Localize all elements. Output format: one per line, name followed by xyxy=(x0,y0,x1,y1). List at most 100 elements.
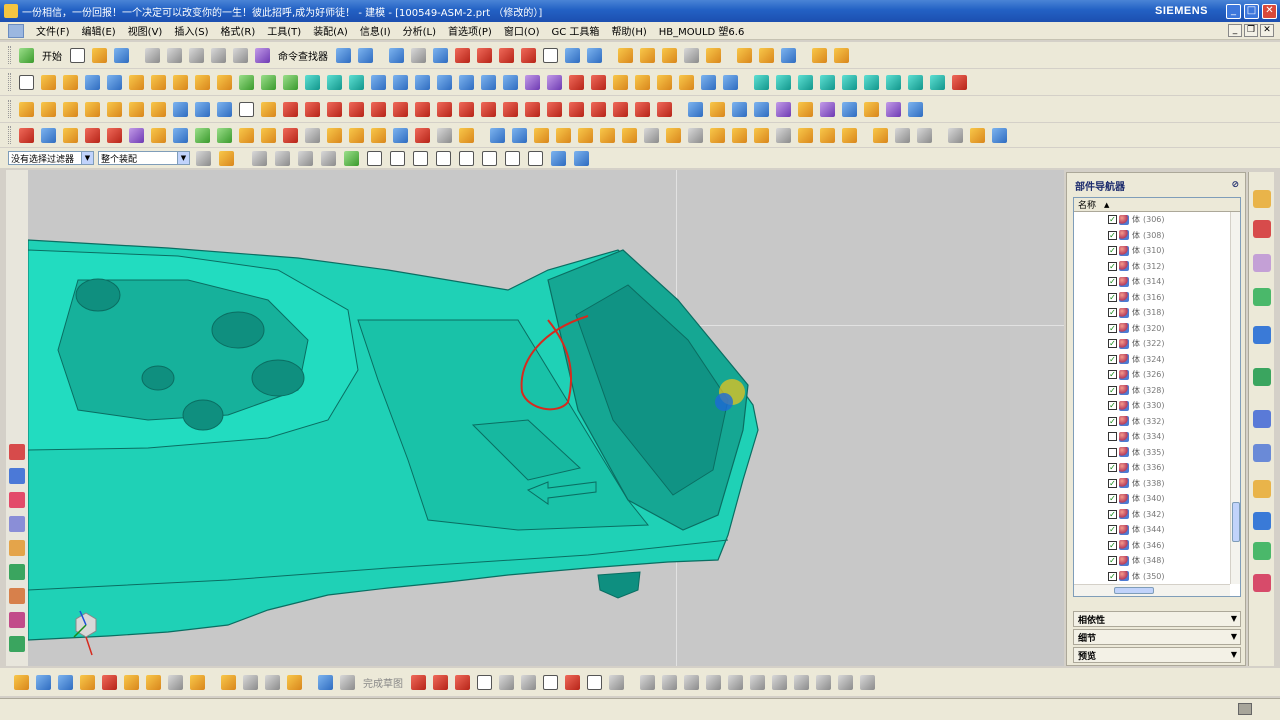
sketch-icon[interactable] xyxy=(17,73,36,92)
revolve-icon[interactable] xyxy=(61,73,80,92)
parting-surface-icon[interactable] xyxy=(554,126,573,145)
dimension-icon[interactable] xyxy=(726,673,745,692)
visibility-checkbox[interactable]: ✓ xyxy=(1108,556,1117,566)
styled-blend-icon[interactable] xyxy=(884,100,903,119)
tree-row[interactable]: ✓ 体 (348) xyxy=(1074,553,1240,569)
studio-spline-icon[interactable] xyxy=(563,673,582,692)
show-hide-icon[interactable] xyxy=(188,673,207,692)
tree-row[interactable]: ✓ 体 (336) xyxy=(1074,460,1240,476)
draft-analysis-icon[interactable] xyxy=(832,46,851,65)
paste-icon[interactable] xyxy=(187,46,206,65)
sketch-line-icon[interactable] xyxy=(431,673,450,692)
replace-component-icon[interactable] xyxy=(171,126,190,145)
dynamic-curve-icon[interactable] xyxy=(259,100,278,119)
workpiece-icon[interactable] xyxy=(818,73,837,92)
heart-icon[interactable] xyxy=(9,492,25,508)
trim-body-icon[interactable] xyxy=(303,73,322,92)
tree-row[interactable]: ✓ 体 (310) xyxy=(1074,243,1240,259)
chart-icon[interactable] xyxy=(9,564,25,580)
attribute-icon[interactable] xyxy=(215,100,234,119)
convert-reference-icon[interactable] xyxy=(814,673,833,692)
toolbar-grip[interactable] xyxy=(8,126,11,144)
ruled-surface-icon[interactable] xyxy=(774,100,793,119)
transform-icon[interactable] xyxy=(78,673,97,692)
synchronous-icon[interactable] xyxy=(699,73,718,92)
visibility-checkbox[interactable]: ✓ xyxy=(1108,215,1117,225)
snap-enable-icon[interactable] xyxy=(342,149,361,168)
project-curve-icon[interactable] xyxy=(391,100,410,119)
point-dialog-icon[interactable] xyxy=(56,673,75,692)
lift-icon[interactable] xyxy=(796,126,815,145)
visibility-checkbox[interactable]: ✓ xyxy=(1108,261,1117,271)
profile-icon[interactable] xyxy=(409,673,428,692)
wcs-icon[interactable] xyxy=(563,46,582,65)
section-view-icon[interactable] xyxy=(475,46,494,65)
sketch-circle-icon[interactable] xyxy=(475,673,494,692)
measure-distance-icon[interactable] xyxy=(735,46,754,65)
electrode-icon[interactable] xyxy=(17,126,36,145)
split-body-icon[interactable] xyxy=(325,73,344,92)
snap-control-icon[interactable] xyxy=(411,149,430,168)
tree-row[interactable]: ✓ 体 (316) xyxy=(1074,290,1240,306)
redo-icon[interactable] xyxy=(231,46,250,65)
cut-icon[interactable] xyxy=(143,46,162,65)
pocket-icon[interactable] xyxy=(215,73,234,92)
visibility-checkbox[interactable]: ✓ xyxy=(1108,525,1117,535)
chamfer-icon[interactable] xyxy=(391,73,410,92)
wcs-dynamic-icon[interactable] xyxy=(585,46,604,65)
history-icon[interactable] xyxy=(1253,368,1271,386)
visibility-checkbox[interactable]: ✓ xyxy=(1108,401,1117,411)
cone-icon[interactable] xyxy=(127,73,146,92)
trimmed-sheet-icon[interactable] xyxy=(840,100,859,119)
bridge-curve-icon[interactable] xyxy=(369,100,388,119)
through-curves-icon[interactable] xyxy=(686,100,705,119)
navigator-tree[interactable]: 名称 ▲ ✓ 体 (306) ✓ 体 (308) ✓ 体 (310) ✓ 体 (312) ✓ 体 (314)… xyxy=(1073,197,1241,597)
parting-check-icon[interactable] xyxy=(488,126,507,145)
tree-row[interactable]: ✓ 体 (350) xyxy=(1074,569,1240,585)
boss-icon[interactable] xyxy=(193,73,212,92)
snap-intersection-icon[interactable] xyxy=(434,149,453,168)
hide-icon[interactable] xyxy=(166,673,185,692)
report-icon[interactable] xyxy=(990,126,1009,145)
cylinder-icon[interactable] xyxy=(105,73,124,92)
cavity-layout-icon[interactable] xyxy=(840,73,859,92)
visibility-checkbox[interactable]: ✓ xyxy=(1108,463,1117,473)
web-browser-icon[interactable] xyxy=(1253,326,1271,344)
timer-icon[interactable] xyxy=(968,126,987,145)
delete-face-icon[interactable] xyxy=(589,73,608,92)
lasso-select-icon[interactable] xyxy=(273,149,292,168)
region-analysis-icon[interactable] xyxy=(510,126,529,145)
visibility-checkbox[interactable]: ✓ xyxy=(1108,354,1117,364)
new-file-icon[interactable] xyxy=(68,46,87,65)
constraint-navigator-icon[interactable] xyxy=(1253,220,1271,238)
measure-quick-icon[interactable] xyxy=(9,588,25,604)
clock-icon[interactable] xyxy=(1253,410,1271,428)
select-tool-icon[interactable] xyxy=(12,673,31,692)
shaded-icon[interactable] xyxy=(453,46,472,65)
fillet-curve-icon[interactable] xyxy=(589,100,608,119)
ejector-icon[interactable] xyxy=(871,126,890,145)
pen-icon[interactable] xyxy=(241,673,260,692)
polygon-icon[interactable] xyxy=(567,100,586,119)
arc-icon[interactable] xyxy=(303,100,322,119)
quick-trim-icon[interactable] xyxy=(638,673,657,692)
part-navigator-icon[interactable] xyxy=(1253,254,1271,272)
tree-row[interactable]: ✓ 体 (340) xyxy=(1074,491,1240,507)
move-object-icon[interactable] xyxy=(100,673,119,692)
tree-row[interactable]: ✓ 体 (308) xyxy=(1074,228,1240,244)
start-button[interactable]: 开始 xyxy=(39,48,65,63)
visibility-checkbox[interactable]: ✓ xyxy=(1108,246,1117,256)
filter-reset-icon[interactable] xyxy=(194,149,213,168)
sketch-constraint-icon[interactable] xyxy=(704,673,723,692)
auto-constrain-icon[interactable] xyxy=(770,673,789,692)
snap-point-icon[interactable] xyxy=(365,149,384,168)
settings-icon[interactable] xyxy=(915,126,934,145)
standard-part-icon[interactable] xyxy=(928,73,947,92)
view-manager-icon[interactable] xyxy=(686,126,705,145)
sew-icon[interactable] xyxy=(545,73,564,92)
show-constraints-icon[interactable] xyxy=(792,673,811,692)
reference-set-icon[interactable] xyxy=(259,126,278,145)
list-quick-icon[interactable] xyxy=(9,540,25,556)
visibility-checkbox[interactable]: ✓ xyxy=(1108,494,1117,504)
component-icon[interactable] xyxy=(61,126,80,145)
